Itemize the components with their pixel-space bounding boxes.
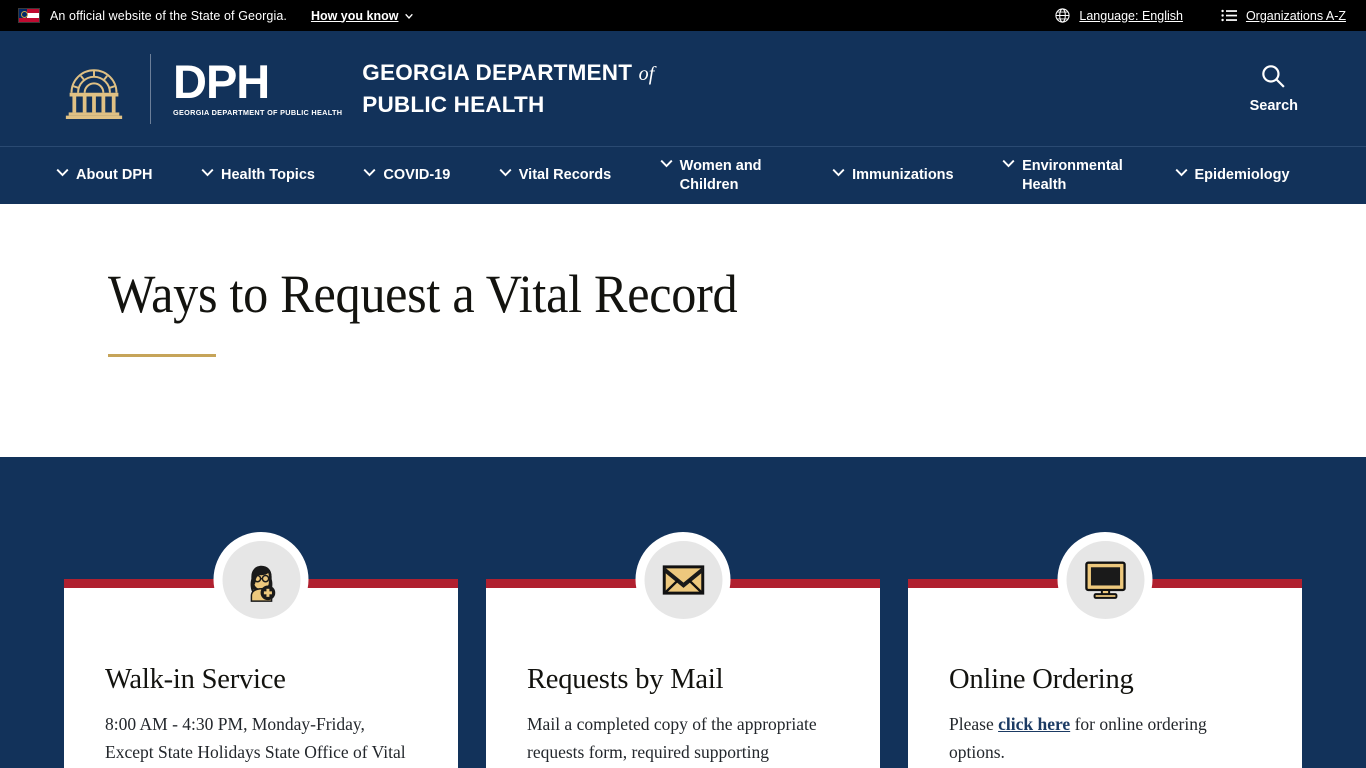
search-button[interactable]: Search — [1250, 63, 1338, 114]
chevron-down-icon — [56, 169, 69, 177]
click-here-link[interactable]: click here — [998, 714, 1070, 734]
gov-banner-left: An official website of the State of Geor… — [18, 8, 414, 23]
nav-item-label: Epidemiology — [1194, 167, 1290, 184]
card-requests-by-mail: Requests by Mail Mail a completed copy o… — [486, 532, 880, 768]
chevron-down-icon — [832, 169, 845, 177]
monitor-icon — [1084, 561, 1126, 599]
org-of-word: of — [638, 62, 655, 85]
card-icon-wrap — [1057, 532, 1153, 627]
card-icon-wrap — [635, 532, 731, 627]
card-title: Requests by Mail — [527, 664, 724, 695]
card-body: 8:00 AM - 4:30 PM, Monday-Friday, Except… — [105, 714, 406, 763]
nav-item-vital-records[interactable]: Vital Records — [499, 166, 660, 185]
envelope-icon — [662, 564, 704, 595]
organizations-label: Organizations A-Z — [1245, 8, 1346, 23]
card-body: Mail a completed copy of the appropriate… — [527, 714, 817, 763]
search-label: Search — [1249, 98, 1298, 114]
logo-divider — [150, 53, 151, 124]
dph-letters: DPH — [173, 55, 270, 109]
chevron-down-icon — [660, 159, 673, 168]
language-label: Language: English — [1079, 8, 1183, 23]
dph-subtitle: GEORGIA DEPARTMENT OF PUBLIC HEALTH — [173, 107, 343, 117]
nav-item-label: Environmental Health — [1022, 157, 1123, 193]
request-methods-section: Walk-in Service 8:00 AM - 4:30 PM, Monda… — [0, 457, 1366, 768]
list-icon — [1221, 9, 1237, 22]
chevron-down-icon — [1002, 159, 1015, 168]
globe-icon — [1055, 8, 1070, 23]
nav-item-label: Women and Children — [679, 157, 762, 193]
search-icon — [1262, 65, 1285, 88]
nav-item-label: Immunizations — [852, 167, 954, 184]
nav-item-women-and-children[interactable]: Women and Children — [660, 157, 832, 194]
nav-item-label: Health Topics — [220, 167, 315, 184]
georgia-flag-icon — [18, 8, 40, 23]
card-body: Please click here for online ordering op… — [949, 710, 1261, 767]
official-website-text: An official website of the State of Geor… — [50, 8, 287, 23]
nav-item-environmental-health[interactable]: Environmental Health — [1002, 157, 1174, 194]
org-line-1: GEORGIA DEPARTMENT — [362, 59, 633, 85]
state-gov-banner: An official website of the State of Geor… — [0, 0, 1366, 31]
card-icon-circle — [222, 540, 300, 619]
dph-wordmark: DPH GEORGIA DEPARTMENT OF PUBLIC HEALTH — [173, 55, 343, 117]
georgia-capitol-seal-icon — [65, 68, 123, 119]
nurse-icon — [250, 565, 275, 602]
card-icon-wrap — [213, 532, 309, 627]
chevron-down-icon — [1175, 169, 1187, 177]
organization-name: GEORGIA DEPARTMENT of PUBLIC HEALTH — [362, 57, 654, 121]
card-title: Walk-in Service — [105, 664, 286, 695]
page-title-band: Ways to Request a Vital Record — [0, 204, 1366, 457]
card-icon-circle — [644, 540, 722, 619]
site-logo[interactable]: DPH GEORGIA DEPARTMENT OF PUBLIC HEALTH … — [64, 53, 655, 124]
title-underline-rule — [108, 353, 216, 357]
page-title: Ways to Request a Vital Record — [108, 264, 738, 324]
org-line-2: PUBLIC HEALTH — [362, 91, 545, 117]
site-header: DPH GEORGIA DEPARTMENT OF PUBLIC HEALTH … — [0, 31, 1366, 146]
cards-row: Walk-in Service 8:00 AM - 4:30 PM, Monda… — [64, 457, 1302, 768]
how-you-know-link[interactable]: How you know — [311, 9, 415, 23]
nav-item-label: About DPH — [76, 167, 153, 184]
card-online-ordering: Online Ordering Please click here for on… — [908, 532, 1302, 768]
card-body-before: Please — [949, 714, 999, 734]
nav-item-label: Vital Records — [518, 167, 612, 184]
chevron-down-icon — [405, 13, 414, 19]
chevron-down-icon — [201, 169, 214, 177]
primary-navigation: About DPH Health Topics COVID-19 Vital Reco… — [0, 146, 1366, 204]
gov-banner-right: Language: English Organizations A-Z — [1055, 8, 1346, 23]
how-you-know-label: How you know — [310, 8, 399, 23]
chevron-down-icon — [363, 169, 376, 177]
nav-item-epidemiology[interactable]: Epidemiology — [1175, 166, 1339, 185]
nav-item-health-topics[interactable]: Health Topics — [201, 166, 363, 185]
language-selector[interactable]: Language: English — [1055, 8, 1183, 23]
nav-item-covid-19[interactable]: COVID-19 — [363, 166, 498, 185]
nav-item-immunizations[interactable]: Immunizations — [832, 166, 1002, 185]
card-title: Online Ordering — [949, 664, 1134, 695]
nav-item-label: COVID-19 — [383, 167, 451, 184]
nav-item-about-dph[interactable]: About DPH — [56, 166, 201, 185]
card-icon-circle — [1066, 540, 1144, 619]
organizations-link[interactable]: Organizations A-Z — [1221, 9, 1346, 23]
card-walk-in-service: Walk-in Service 8:00 AM - 4:30 PM, Monda… — [64, 532, 458, 768]
chevron-down-icon — [499, 169, 512, 177]
